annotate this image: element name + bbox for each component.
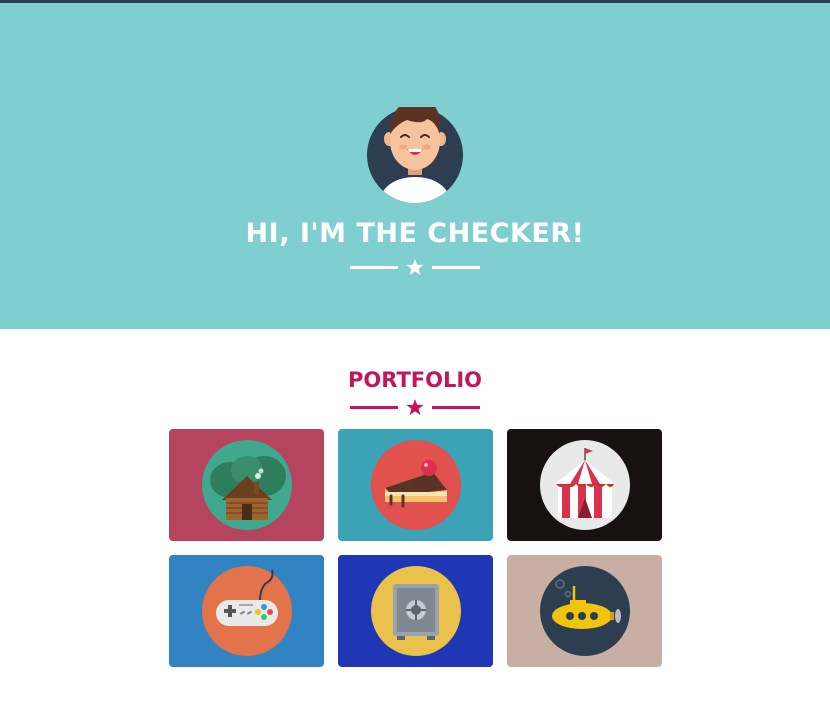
portfolio-title: PORTFOLIO	[347, 368, 483, 392]
portfolio-item-circus[interactable]	[507, 429, 662, 541]
game-controller-icon	[201, 566, 292, 656]
portfolio-item-cabin[interactable]	[169, 429, 324, 541]
submarine-icon	[539, 566, 630, 656]
divider-line	[432, 266, 480, 269]
hero-section: HI, I'M THE CHECKER!	[0, 3, 830, 329]
portfolio-grid	[169, 429, 662, 667]
portfolio-item-controller[interactable]	[169, 555, 324, 667]
cake-icon	[370, 440, 461, 530]
portfolio-item-cake[interactable]	[338, 429, 493, 541]
divider-line	[350, 406, 398, 409]
star-icon	[406, 259, 424, 275]
cabin-icon	[201, 440, 292, 530]
safe-icon	[370, 566, 461, 656]
portfolio-item-submarine[interactable]	[507, 555, 662, 667]
portfolio-divider	[350, 399, 480, 415]
star-icon	[406, 399, 424, 415]
avatar	[367, 107, 463, 203]
portfolio-item-safe[interactable]	[338, 555, 493, 667]
hero-divider	[350, 259, 480, 275]
hero-title: HI, I'M THE CHECKER!	[245, 218, 585, 249]
divider-line	[350, 266, 398, 269]
divider-line	[432, 406, 480, 409]
circus-tent-icon	[539, 440, 630, 530]
